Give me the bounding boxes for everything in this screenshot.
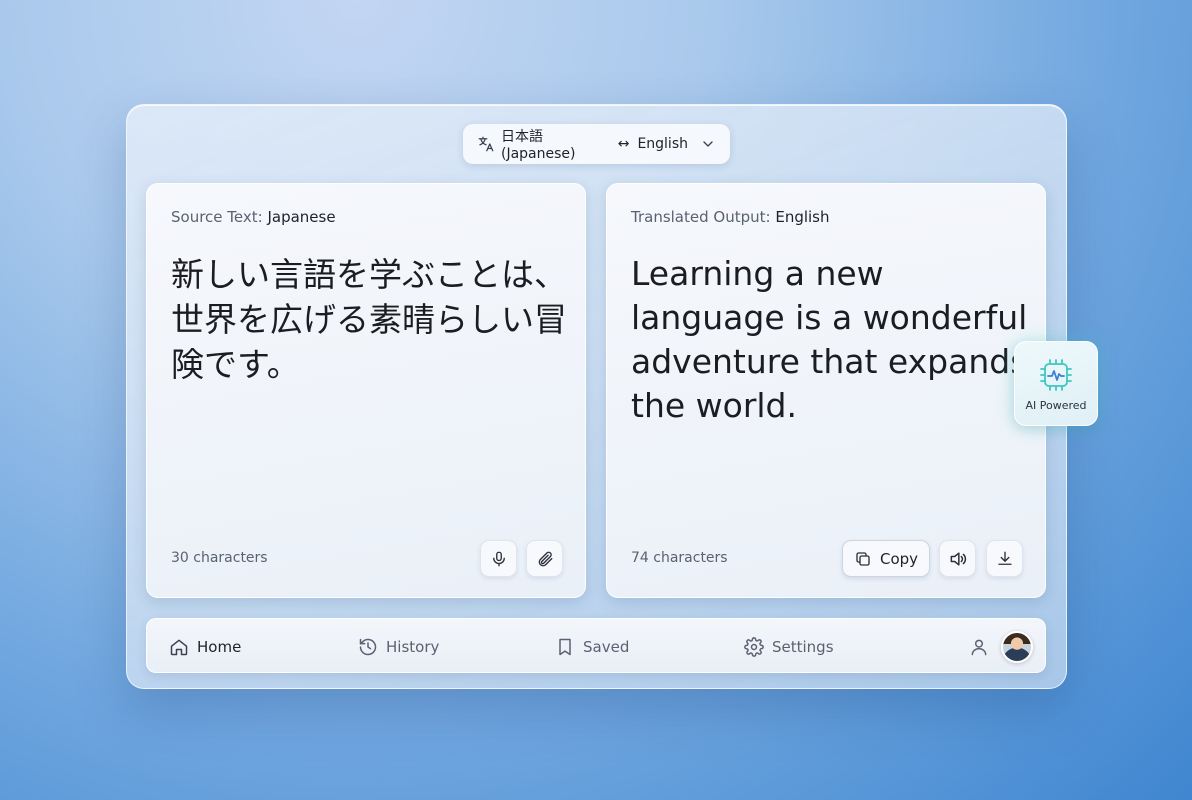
output-panel: Translated Output: English Learning a ne… [606, 183, 1046, 598]
home-icon [170, 639, 188, 655]
microphone-icon [492, 551, 505, 566]
output-char-count: 74 characters [631, 550, 728, 566]
source-language: 日本語 (Japanese) [501, 129, 576, 162]
ai-powered-badge: AI Powered [1014, 341, 1098, 426]
microphone-button[interactable] [480, 540, 517, 577]
history-icon [359, 638, 377, 655]
nav-item-home[interactable]: Home [169, 619, 241, 674]
profile-button[interactable] [969, 619, 989, 674]
translated-text: Learning a new language is a wonderful a… [631, 254, 1028, 425]
translate-icon [478, 136, 494, 152]
bottom-nav: Home History Saved Settings [146, 618, 1046, 673]
copy-icon [856, 551, 870, 566]
source-text-input[interactable]: 新しい言語を学ぶことは、世界を広げる素晴らしい冒険です。 [171, 252, 571, 387]
copy-label: Copy [879, 549, 919, 568]
target-language: English [637, 136, 688, 152]
source-label: Source Text: Japanese [171, 208, 336, 226]
source-char-count: 30 characters [171, 550, 268, 566]
copy-button[interactable]: Copy [842, 540, 930, 577]
source-panel: Source Text: Japanese 新しい言語を学ぶことは、世界を広げる… [146, 183, 586, 598]
language-selector[interactable]: 日本語 (Japanese) ↔ English [463, 124, 730, 164]
paperclip-icon [538, 551, 552, 566]
ai-powered-label: AI Powered [1025, 399, 1087, 412]
bookmark-icon [559, 638, 571, 655]
speaker-icon [950, 551, 966, 566]
avatar[interactable] [1001, 631, 1033, 663]
swap-icon[interactable]: ↔ [618, 136, 630, 152]
output-label: Translated Output: English [631, 208, 830, 226]
download-button[interactable] [986, 540, 1023, 577]
nav-item-settings[interactable]: Settings [744, 619, 834, 674]
nav-item-saved[interactable]: Saved [555, 619, 629, 674]
download-icon [997, 551, 1012, 565]
ai-chip-icon [1040, 359, 1072, 391]
speak-button[interactable] [939, 540, 976, 577]
nav-item-history[interactable]: History [358, 619, 439, 674]
attach-button[interactable] [526, 540, 563, 577]
user-icon [971, 639, 987, 655]
chevron-down-icon [703, 141, 713, 147]
gear-icon [744, 636, 764, 657]
